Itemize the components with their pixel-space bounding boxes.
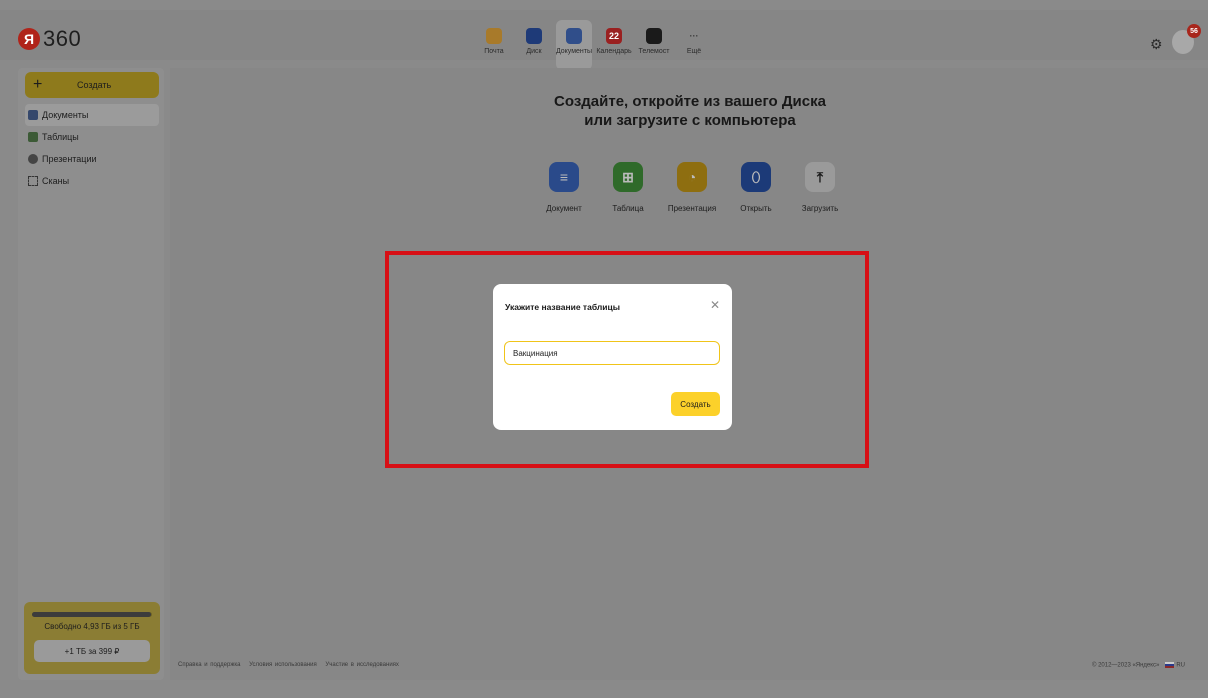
logo-text: 360	[43, 26, 82, 51]
copyright-text: © 2012—2023 «Яндекс»	[1092, 662, 1160, 669]
sidebar-item-presentations[interactable]: Презентации	[25, 148, 159, 170]
close-icon[interactable]: ✕	[710, 298, 720, 312]
yandex-360-logo[interactable]: Я 360	[18, 26, 81, 52]
footer-link-help[interactable]: Справка и поддержка	[178, 662, 240, 668]
action-label: Таблица	[612, 204, 644, 213]
service-disk[interactable]: Диск	[516, 20, 552, 70]
sidebar-item-label: Презентации	[42, 154, 97, 164]
action-label: Документ	[546, 204, 582, 213]
action-new-document[interactable]: ≡ Документ	[532, 162, 596, 213]
document-icon	[28, 110, 38, 120]
create-table-button[interactable]: Создать	[671, 392, 720, 416]
service-label: Диск	[526, 48, 542, 55]
presentation-icon	[28, 154, 38, 164]
mail-icon	[486, 28, 502, 44]
create-button[interactable]: + Создать	[25, 72, 159, 98]
service-label: Документы	[555, 48, 593, 55]
service-more[interactable]: ··· Ещё	[676, 20, 712, 70]
service-calendar[interactable]: 22 Календарь	[596, 20, 632, 70]
ru-flag-icon	[1165, 662, 1175, 668]
top-bar: Я 360 Почта Диск Документы 22 Календарь	[0, 10, 1208, 70]
new-document-icon: ≡	[549, 162, 579, 192]
action-new-presentation[interactable]: ◔ Презентация	[660, 162, 724, 213]
action-label: Открыть	[740, 204, 772, 213]
heading-line-2: или загрузите с компьютера	[584, 112, 796, 129]
open-disk-icon: ⬯	[741, 162, 771, 192]
telemost-icon	[646, 28, 662, 44]
service-label: Почта	[484, 48, 504, 55]
yandex-logo-icon: Я	[18, 28, 40, 50]
sidebar: + Создать Документы Таблицы Презентации …	[18, 68, 164, 680]
documents-icon	[566, 28, 582, 44]
service-documents[interactable]: Документы	[556, 20, 592, 70]
footer-link-terms[interactable]: Условия использования	[249, 662, 317, 668]
action-new-table[interactable]: ⊞ Таблица	[596, 162, 660, 213]
upload-icon: ⤒	[805, 162, 835, 192]
settings-gear-icon[interactable]: ⚙	[1150, 36, 1163, 53]
notification-badge: 56	[1187, 24, 1201, 38]
sidebar-item-tables[interactable]: Таблицы	[25, 126, 159, 148]
action-upload[interactable]: ⤒ Загрузить	[788, 162, 852, 213]
quick-actions: ≡ Документ ⊞ Таблица ◔ Презентация ⬯ Отк…	[532, 162, 852, 213]
dialog-title: Укажите название таблицы	[505, 302, 620, 312]
calendar-icon: 22	[606, 28, 622, 44]
services-nav: Почта Диск Документы 22 Календарь Телемо…	[474, 20, 714, 70]
action-open-disk[interactable]: ⬯ Открыть	[724, 162, 788, 213]
scan-icon	[28, 176, 38, 186]
footer-links: Справка и поддержка Условия использовани…	[178, 662, 405, 668]
disk-icon	[526, 28, 542, 44]
table-name-input[interactable]	[504, 341, 720, 365]
sidebar-item-label: Сканы	[42, 176, 70, 186]
sidebar-item-scans[interactable]: Сканы	[25, 170, 159, 192]
storage-progress-bar	[32, 612, 152, 617]
storage-progress-fill	[32, 612, 151, 617]
footer-link-research[interactable]: Участие в исследованиях	[325, 662, 399, 668]
plus-icon: +	[33, 76, 43, 93]
copyright: © 2012—2023 «Яндекс» RU	[1092, 662, 1185, 669]
more-icon: ···	[689, 31, 699, 41]
create-button-label: Создать	[77, 80, 112, 90]
heading-line-1: Создайте, откройте из вашего Диска	[554, 93, 826, 110]
page-heading: Создайте, откройте из вашего Диска или з…	[540, 92, 840, 130]
sidebar-nav: Документы Таблицы Презентации Сканы	[25, 104, 159, 192]
table-icon	[28, 132, 38, 142]
service-label: Ещё	[686, 48, 702, 55]
storage-widget: Свободно 4,93 ГБ из 5 ГБ +1 ТБ за 399 ₽	[24, 602, 160, 674]
storage-text: Свободно 4,93 ГБ из 5 ГБ	[44, 622, 140, 631]
language-switch[interactable]: RU	[1176, 663, 1185, 669]
new-presentation-icon: ◔	[677, 162, 707, 192]
service-telemost[interactable]: Телемост	[636, 20, 672, 70]
upgrade-storage-button[interactable]: +1 ТБ за 399 ₽	[34, 640, 150, 662]
action-label: Загрузить	[801, 204, 839, 213]
service-mail[interactable]: Почта	[476, 20, 512, 70]
sidebar-item-label: Документы	[42, 110, 89, 120]
service-label: Телемост	[638, 48, 670, 55]
new-table-icon: ⊞	[613, 162, 643, 192]
create-table-dialog: Укажите название таблицы ✕ Создать	[493, 284, 732, 430]
action-label: Презентация	[667, 204, 717, 213]
service-label: Календарь	[596, 48, 632, 55]
sidebar-item-label: Таблицы	[42, 132, 79, 142]
sidebar-item-documents[interactable]: Документы	[25, 104, 159, 126]
